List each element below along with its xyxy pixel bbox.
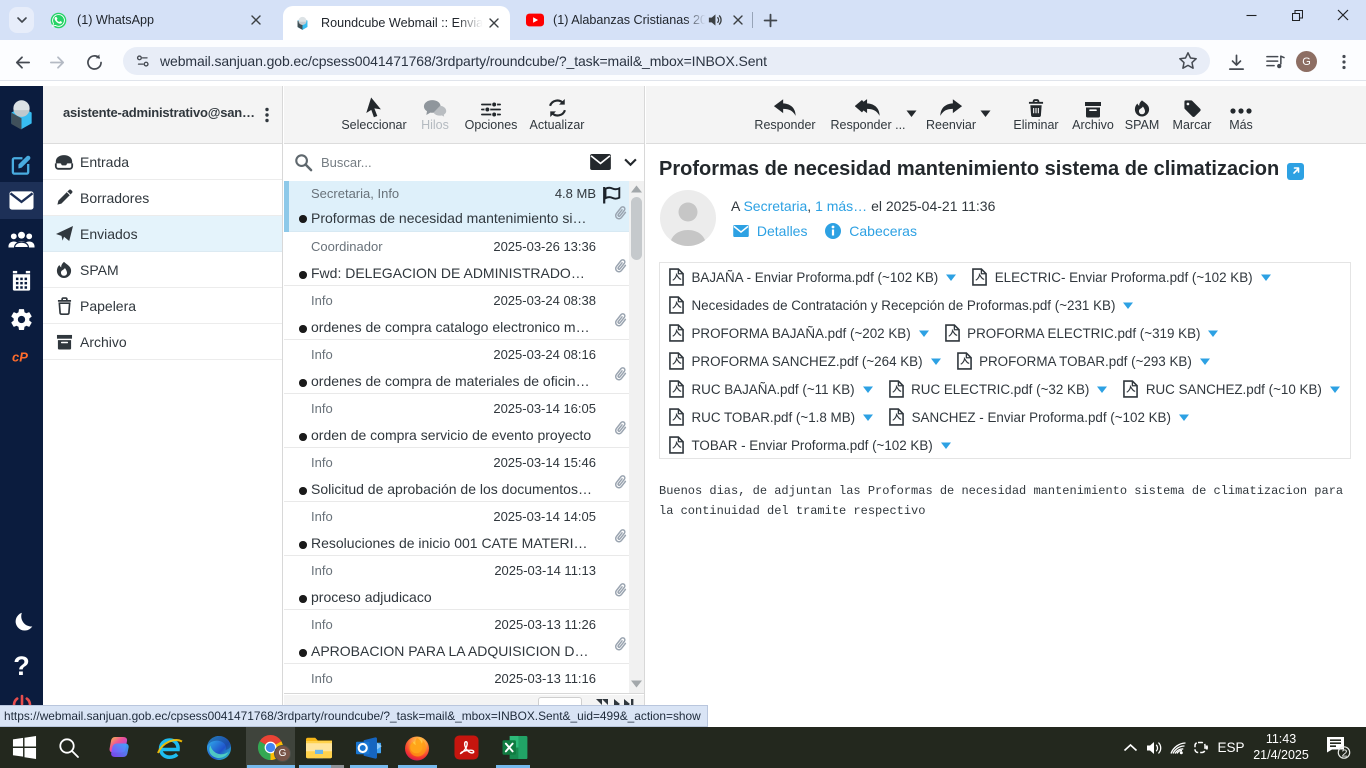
svg-text:2: 2 [1341,747,1347,759]
svg-text:cP: cP [12,350,28,365]
